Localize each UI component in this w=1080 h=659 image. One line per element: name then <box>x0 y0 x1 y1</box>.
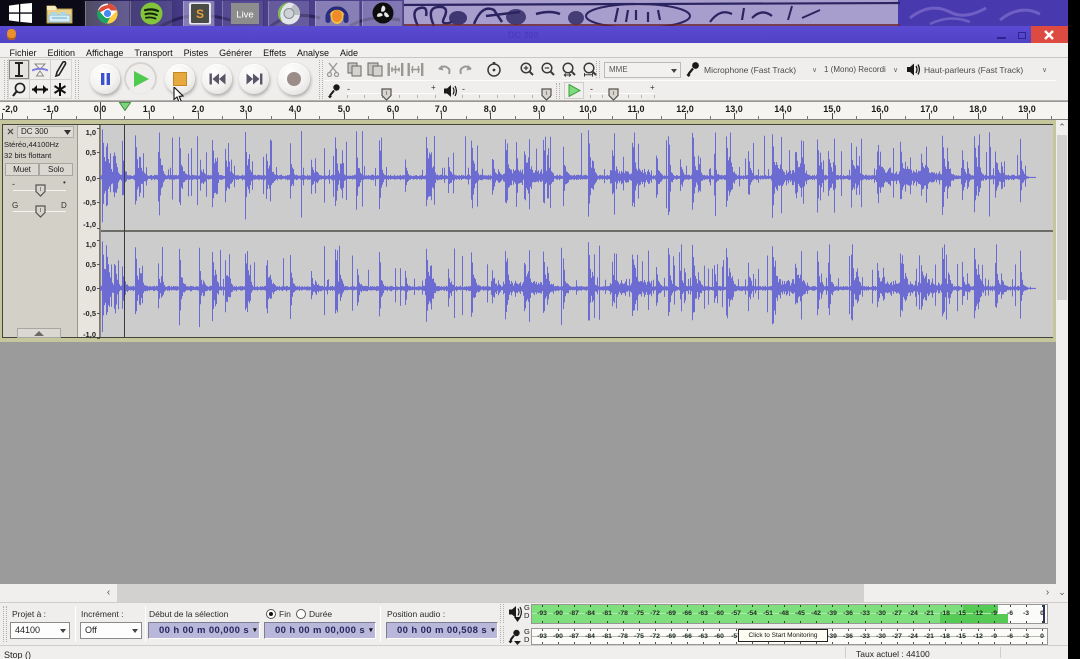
svg-text:S: S <box>196 7 204 21</box>
svg-text:Live: Live <box>236 10 253 21</box>
